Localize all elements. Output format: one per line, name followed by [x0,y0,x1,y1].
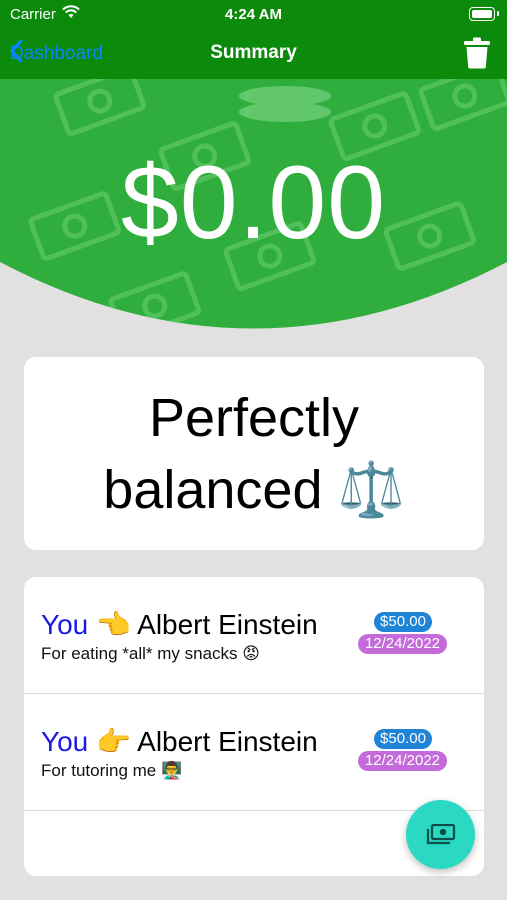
transaction-note: For eating *all* my snacks 😡 [41,644,260,663]
direction-emoji: 👈 [96,609,131,640]
transaction-title: You 👈 Albert Einstein [41,608,318,641]
transaction-row[interactable]: You 👈 Albert Einstein For eating *all* m… [24,577,484,694]
balance-status-card: Perfectly balanced ⚖️ [24,357,484,550]
total-balance-amount: $0.00 [120,145,387,261]
date-badge: 12/24/2022 [358,634,447,654]
transaction-to: Albert Einstein [137,609,318,640]
transaction-row[interactable]: You 👉 Albert Einstein For tutoring me 👨‍… [24,694,484,811]
amount-badge: $50.00 [374,612,432,632]
status-bar: Carrier 4:24 AM [0,0,507,30]
date-badge: 12/24/2022 [358,751,447,771]
transaction-from: You [41,726,89,757]
battery-icon [469,7,499,21]
trash-icon [464,37,490,69]
add-transaction-button[interactable] [406,800,475,869]
amount-badge: $50.00 [374,729,432,749]
direction-emoji: 👉 [96,726,131,757]
transaction-from: You [41,609,89,640]
money-icon [426,823,455,844]
transaction-title: You 👉 Albert Einstein [41,725,318,758]
page-title: Summary [210,42,297,63]
navigation-bar: Dashboard Summary [0,30,507,78]
summary-hero: Carrier 4:24 AM Dashboard Summary $0.00 [0,0,507,333]
status-time: 4:24 AM [225,6,282,23]
transaction-to: Albert Einstein [137,726,318,757]
transaction-note: For tutoring me 👨‍🏫 [41,761,183,780]
balance-status-text: Perfectly balanced ⚖️ [103,387,405,520]
delete-button[interactable] [463,37,491,69]
